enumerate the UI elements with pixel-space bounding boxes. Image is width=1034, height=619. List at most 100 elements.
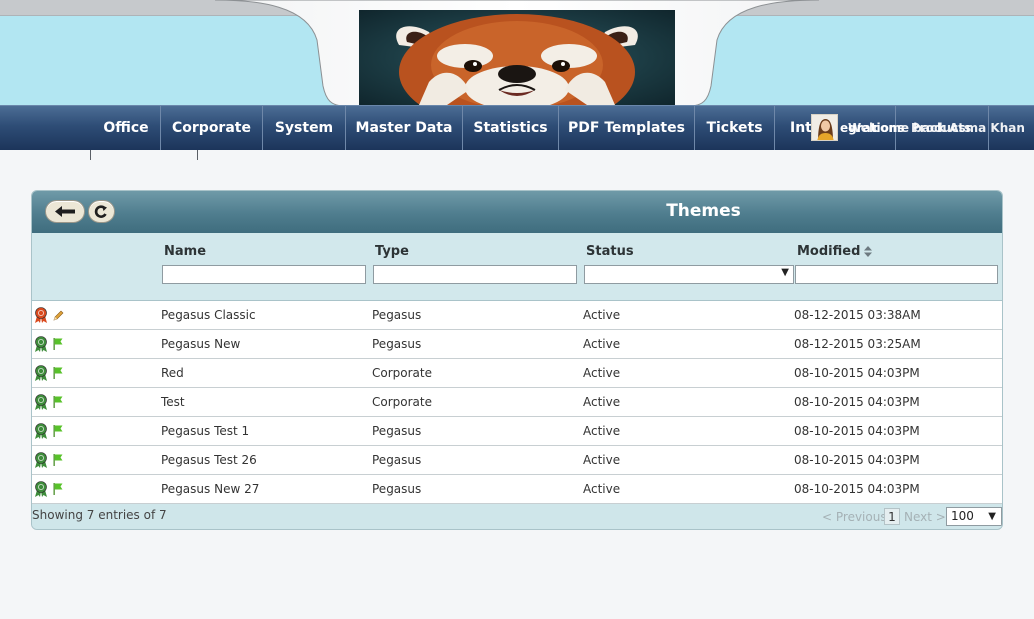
sort-icon xyxy=(864,246,873,257)
cell-name: Pegasus New 27 xyxy=(161,482,260,496)
cell-name: Test xyxy=(161,395,185,409)
nav-products[interactable]: Products xyxy=(911,106,971,150)
table-row[interactable]: Test Corporate Active 08-10-2015 04:03PM xyxy=(32,388,1002,417)
table-row[interactable]: Red Corporate Active 08-10-2015 04:03PM xyxy=(32,359,1002,388)
cell-type: Pegasus xyxy=(372,482,422,496)
cell-status: Active xyxy=(583,337,621,351)
column-header-type[interactable]: Type xyxy=(375,244,409,259)
refresh-button[interactable] xyxy=(88,200,115,223)
chevron-down-icon: ▼ xyxy=(781,267,789,278)
cell-name: Red xyxy=(161,366,184,380)
type-filter-input[interactable] xyxy=(373,265,577,284)
page-number-button[interactable]: 1 xyxy=(884,508,900,525)
refresh-icon xyxy=(94,205,107,218)
flag-icon[interactable] xyxy=(52,453,64,467)
cell-name: Pegasus Test 1 xyxy=(161,424,250,438)
nav-tickets[interactable]: Tickets xyxy=(695,106,774,150)
next-page-button[interactable]: Next > xyxy=(904,510,946,524)
page-size-select[interactable]: 100 ▼ xyxy=(946,507,1002,526)
nav-office[interactable]: Office xyxy=(92,106,160,150)
award-ribbon-icon[interactable] xyxy=(34,336,48,352)
table-row[interactable]: Pegasus Test 1 Pegasus Active 08-10-2015 04… xyxy=(32,417,1002,446)
award-ribbon-icon[interactable] xyxy=(34,481,48,497)
cell-modified: 08-10-2015 04:03PM xyxy=(794,453,920,467)
nav-tick xyxy=(90,150,91,160)
nav-corporate[interactable]: Corporate xyxy=(161,106,262,150)
row-icons xyxy=(34,365,66,381)
app-header xyxy=(0,0,1034,105)
cell-type: Corporate xyxy=(372,366,432,380)
nav-system[interactable]: System xyxy=(263,106,345,150)
nav-statistics[interactable]: Statistics xyxy=(463,106,558,150)
cell-type: Pegasus xyxy=(372,308,422,322)
cell-type: Corporate xyxy=(372,395,432,409)
filter-row: Name Type Status Modified ▼ xyxy=(32,233,1002,301)
row-icons xyxy=(34,423,66,439)
column-header-modified[interactable]: Modified xyxy=(797,244,873,259)
flag-icon[interactable] xyxy=(52,424,64,438)
flag-icon[interactable] xyxy=(52,337,64,351)
entries-count: Showing 7 entries of 7 xyxy=(32,508,167,522)
cell-status: Active xyxy=(583,424,621,438)
panel-title: Themes xyxy=(666,201,741,221)
status-filter-select[interactable]: ▼ xyxy=(584,265,794,284)
themes-table: Pegasus Classic Pegasus Active 08-12-2015 0… xyxy=(32,301,1002,504)
nav-tick xyxy=(197,150,198,160)
table-row[interactable]: Pegasus New 27 Pegasus Active 08-10-2015 04… xyxy=(32,475,1002,504)
row-icons xyxy=(34,307,66,323)
row-icons xyxy=(34,481,66,497)
pencil-icon[interactable] xyxy=(52,308,64,322)
modified-filter-input[interactable] xyxy=(795,265,998,284)
nav-integrations[interactable]: Int xyxy=(790,106,812,150)
nav-divider xyxy=(774,106,775,150)
back-button[interactable] xyxy=(45,200,85,223)
themes-panel: Themes Name Type Status Modified ▼ Pegas… xyxy=(31,190,1003,530)
red-panda-image xyxy=(359,10,675,105)
table-footer: Showing 7 entries of 7 < Previous 1 Next… xyxy=(32,504,1002,529)
user-avatar-icon[interactable] xyxy=(811,114,838,141)
nav-pdf-templates[interactable]: PDF Templates xyxy=(559,106,694,150)
cell-status: Active xyxy=(583,366,621,380)
cell-type: Pegasus xyxy=(372,453,422,467)
flag-icon[interactable] xyxy=(52,366,64,380)
column-header-name[interactable]: Name xyxy=(164,244,206,259)
cell-status: Active xyxy=(583,453,621,467)
flag-icon[interactable] xyxy=(52,395,64,409)
award-ribbon-icon[interactable] xyxy=(34,365,48,381)
cell-modified: 08-10-2015 04:03PM xyxy=(794,482,920,496)
main-nav: Office Corporate System Master Data Stat… xyxy=(0,105,1034,150)
award-ribbon-icon[interactable] xyxy=(34,452,48,468)
row-icons xyxy=(34,452,66,468)
cell-modified: 08-12-2015 03:25AM xyxy=(794,337,921,351)
column-header-modified-label: Modified xyxy=(797,244,861,259)
panel-header: Themes xyxy=(32,191,1002,233)
nav-master-data[interactable]: Master Data xyxy=(346,106,462,150)
cell-name: Pegasus Test 26 xyxy=(161,453,257,467)
cell-status: Active xyxy=(583,308,621,322)
cell-name: Pegasus New xyxy=(161,337,241,351)
cell-type: Pegasus xyxy=(372,337,422,351)
flag-icon[interactable] xyxy=(52,482,64,496)
banner-image xyxy=(359,10,675,105)
arrow-left-icon xyxy=(55,206,75,217)
cell-status: Active xyxy=(583,395,621,409)
row-icons xyxy=(34,394,66,410)
previous-page-button[interactable]: < Previous xyxy=(822,510,887,524)
award-ribbon-icon[interactable] xyxy=(34,423,48,439)
cell-status: Active xyxy=(583,482,621,496)
cell-name: Pegasus Classic xyxy=(161,308,256,322)
cell-type: Pegasus xyxy=(372,424,422,438)
cell-modified: 08-10-2015 04:03PM xyxy=(794,424,920,438)
cell-modified: 08-12-2015 03:38AM xyxy=(794,308,921,322)
table-row[interactable]: Pegasus Test 26 Pegasus Active 08-10-2015 0… xyxy=(32,446,1002,475)
award-ribbon-icon[interactable] xyxy=(34,307,48,323)
award-ribbon-icon[interactable] xyxy=(34,394,48,410)
page-size-value: 100 xyxy=(951,509,974,523)
table-row[interactable]: Pegasus New Pegasus Active 08-12-2015 03:25… xyxy=(32,330,1002,359)
table-row[interactable]: Pegasus Classic Pegasus Active 08-12-2015 0… xyxy=(32,301,1002,330)
column-header-status[interactable]: Status xyxy=(586,244,634,259)
cell-modified: 08-10-2015 04:03PM xyxy=(794,395,920,409)
row-icons xyxy=(34,336,66,352)
chevron-down-icon: ▼ xyxy=(988,511,996,522)
name-filter-input[interactable] xyxy=(162,265,366,284)
